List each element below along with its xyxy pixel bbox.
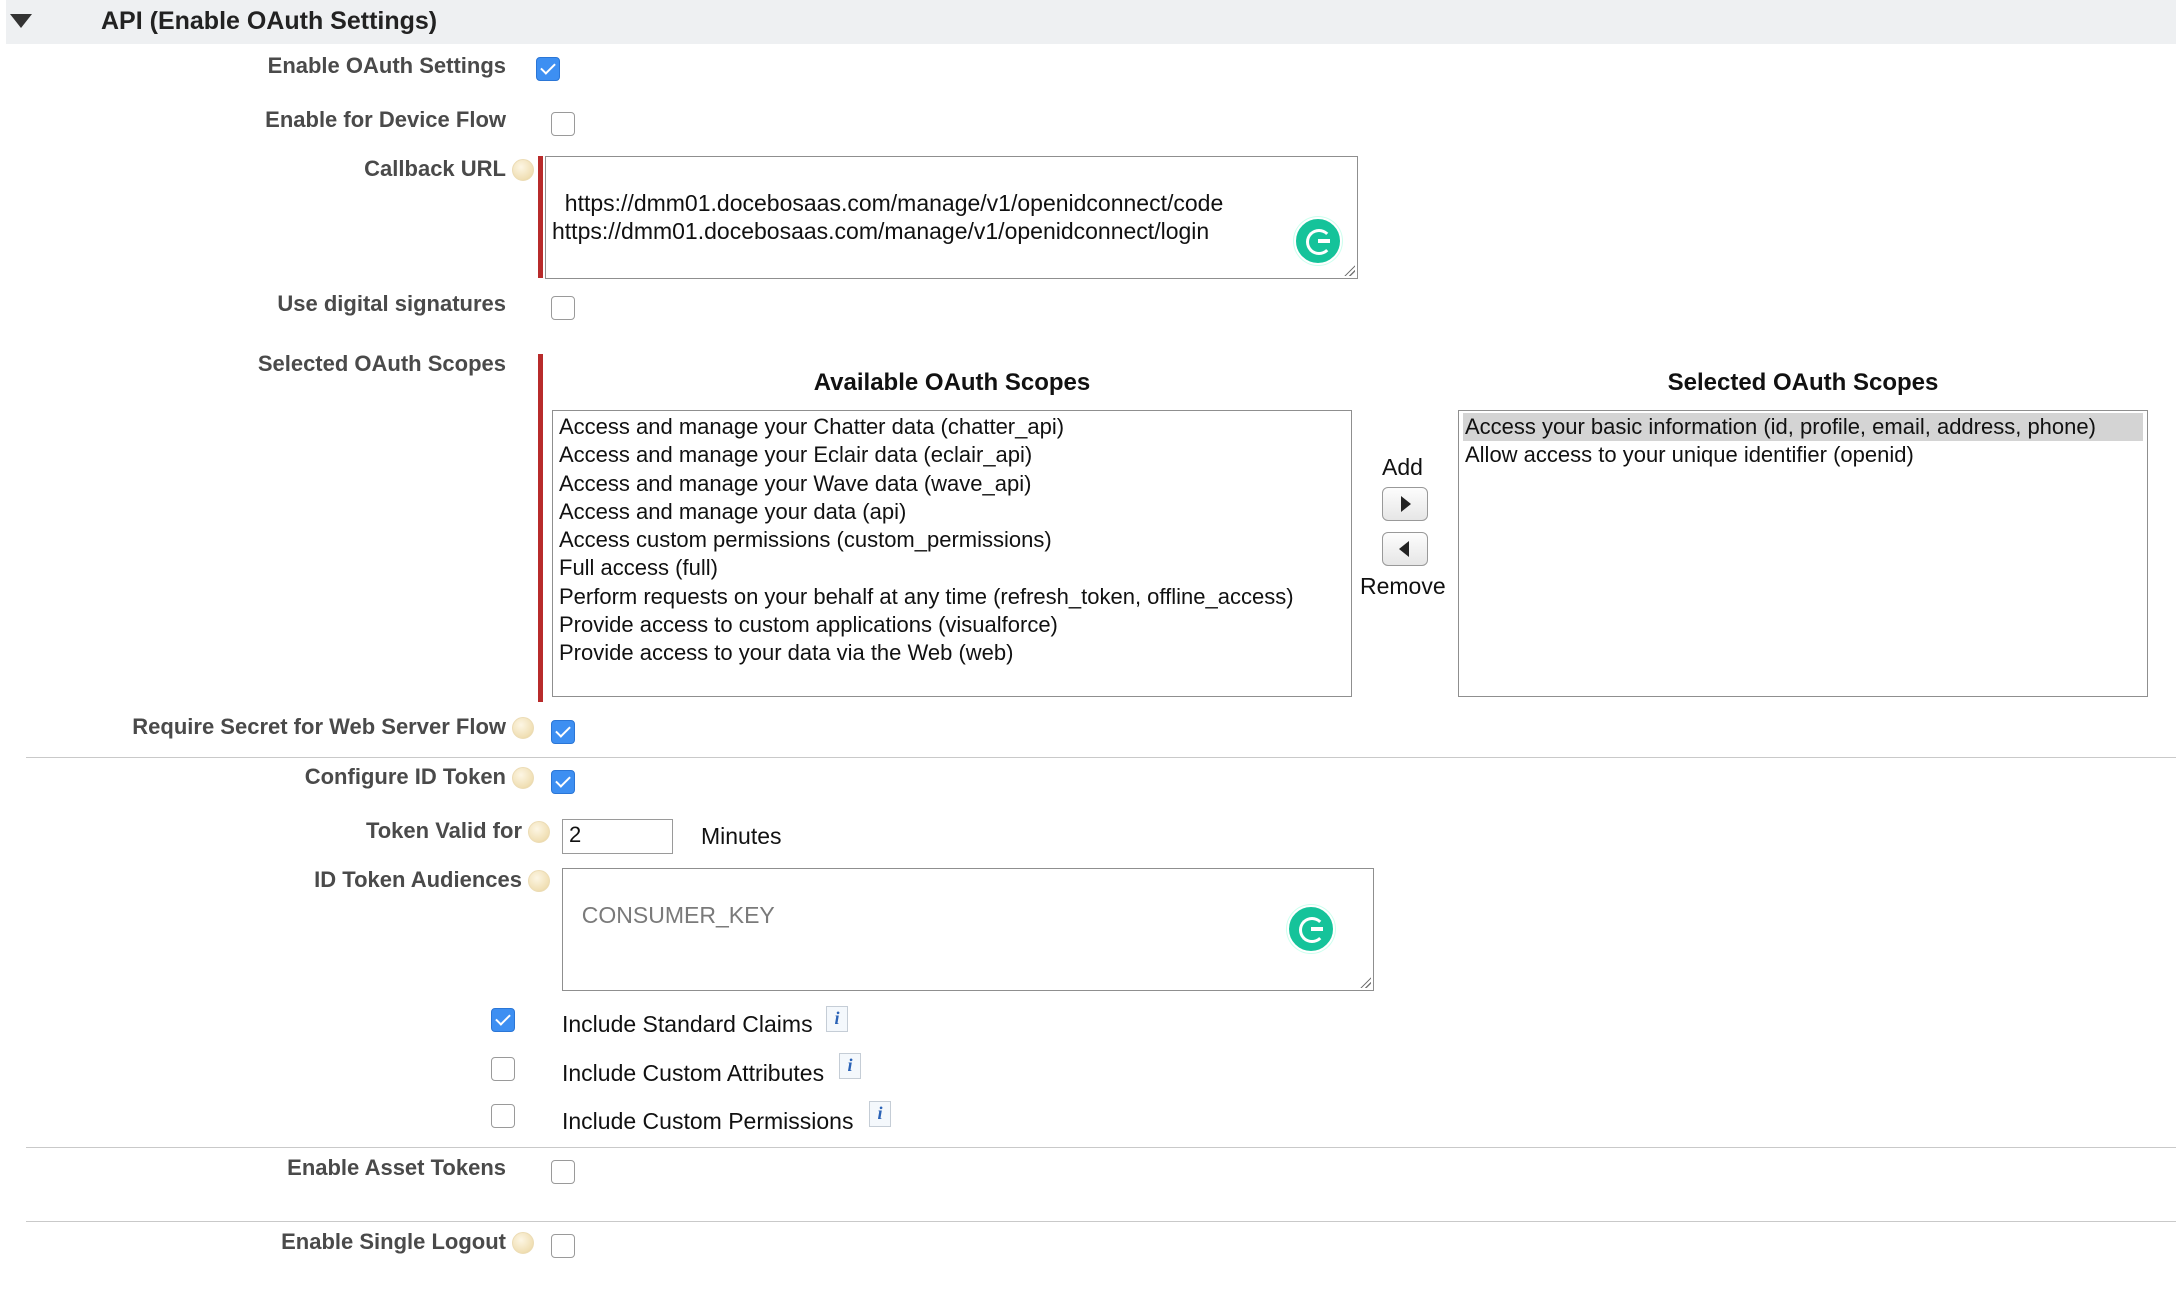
custom-permissions-label: Include Custom Permissions [562, 1108, 854, 1134]
resize-handle-icon[interactable] [1359, 976, 1371, 988]
list-item[interactable]: Allow access to your unique identifier (… [1463, 441, 2143, 469]
selected-scopes-title: Selected OAuth Scopes [1667, 369, 1939, 396]
info-icon[interactable]: i [839, 1053, 861, 1079]
list-item[interactable]: Access and manage your data (api) [557, 498, 1347, 526]
callback-url-label: Callback URL [364, 156, 506, 181]
section-title: API (Enable OAuth Settings) [101, 7, 438, 35]
resize-handle-icon[interactable] [1343, 264, 1355, 276]
arrow-right-icon [1401, 496, 1411, 512]
divider [26, 1147, 2176, 1148]
asset-tokens-checkbox[interactable] [551, 1160, 575, 1184]
asset-tokens-label: Enable Asset Tokens [287, 1155, 506, 1180]
required-indicator [538, 156, 543, 278]
oauth-scopes-label: Selected OAuth Scopes [257, 351, 506, 376]
enable-oauth-checkbox[interactable] [536, 57, 560, 81]
selected-scopes-list[interactable]: Access your basic information (id, profi… [1458, 410, 2148, 697]
info-icon[interactable]: i [869, 1101, 891, 1127]
id-token-audiences-placeholder: CONSUMER_KEY [581, 902, 775, 928]
divider [26, 1221, 2176, 1222]
add-scope-button[interactable] [1382, 487, 1428, 521]
custom-permissions-checkbox[interactable] [491, 1104, 515, 1128]
require-secret-label: Require Secret for Web Server Flow [132, 714, 506, 739]
help-icon[interactable] [512, 717, 534, 739]
list-item[interactable]: Provide access to your data via the Web … [557, 639, 1347, 667]
info-icon[interactable]: i [826, 1006, 848, 1032]
help-icon[interactable] [512, 159, 534, 181]
digital-signatures-checkbox[interactable] [551, 296, 575, 320]
remove-label: Remove [1360, 573, 1446, 599]
single-logout-label: Enable Single Logout [281, 1229, 506, 1254]
device-flow-label: Enable for Device Flow [265, 107, 506, 132]
list-item[interactable]: Access and manage your Chatter data (cha… [557, 413, 1347, 441]
id-token-audiences-textarea[interactable]: CONSUMER_KEY [562, 868, 1374, 991]
collapse-triangle-icon[interactable] [10, 14, 32, 28]
arrow-left-icon [1399, 541, 1409, 557]
digital-signatures-label: Use digital signatures [277, 291, 506, 316]
callback-url-textarea[interactable]: https://dmm01.docebosaas.com/manage/v1/o… [545, 156, 1358, 279]
standard-claims-label: Include Standard Claims [562, 1011, 813, 1037]
help-icon[interactable] [528, 870, 550, 892]
available-scopes-title: Available OAuth Scopes [813, 369, 1091, 396]
list-item[interactable]: Access and manage your Wave data (wave_a… [557, 470, 1347, 498]
single-logout-checkbox[interactable] [551, 1234, 575, 1258]
list-item[interactable]: Perform requests on your behalf at any t… [557, 583, 1347, 611]
help-icon[interactable] [528, 821, 550, 843]
standard-claims-checkbox[interactable] [491, 1008, 515, 1032]
divider [26, 757, 2176, 758]
available-scopes-list[interactable]: Access and manage your Chatter data (cha… [552, 410, 1352, 697]
enable-oauth-label: Enable OAuth Settings [267, 53, 506, 78]
token-valid-label: Token Valid for [365, 818, 522, 843]
configure-id-token-label: Configure ID Token [304, 764, 506, 789]
id-token-audiences-label: ID Token Audiences [314, 867, 522, 892]
list-item[interactable]: Full access (full) [557, 554, 1347, 582]
grammarly-icon[interactable] [1294, 217, 1342, 265]
list-item[interactable]: Provide access to custom applications (v… [557, 611, 1347, 639]
custom-attributes-checkbox[interactable] [491, 1057, 515, 1081]
callback-url-value: https://dmm01.docebosaas.com/manage/v1/o… [552, 190, 1224, 244]
configure-id-token-checkbox[interactable] [551, 770, 575, 794]
require-secret-checkbox[interactable] [551, 720, 575, 744]
custom-attributes-label: Include Custom Attributes [562, 1060, 825, 1086]
device-flow-checkbox[interactable] [551, 112, 575, 136]
list-item[interactable]: Access your basic information (id, profi… [1463, 413, 2143, 442]
token-valid-unit: Minutes [701, 823, 782, 849]
help-icon[interactable] [512, 1232, 534, 1254]
list-item[interactable]: Access custom permissions (custom_permis… [557, 526, 1347, 554]
token-valid-input[interactable]: 2 [562, 819, 673, 854]
grammarly-icon[interactable] [1287, 905, 1335, 953]
help-icon[interactable] [512, 767, 534, 789]
list-item[interactable]: Access and manage your Eclair data (ecla… [557, 441, 1347, 469]
required-indicator [538, 354, 543, 702]
remove-scope-button[interactable] [1382, 532, 1428, 566]
add-label: Add [1382, 454, 1423, 480]
